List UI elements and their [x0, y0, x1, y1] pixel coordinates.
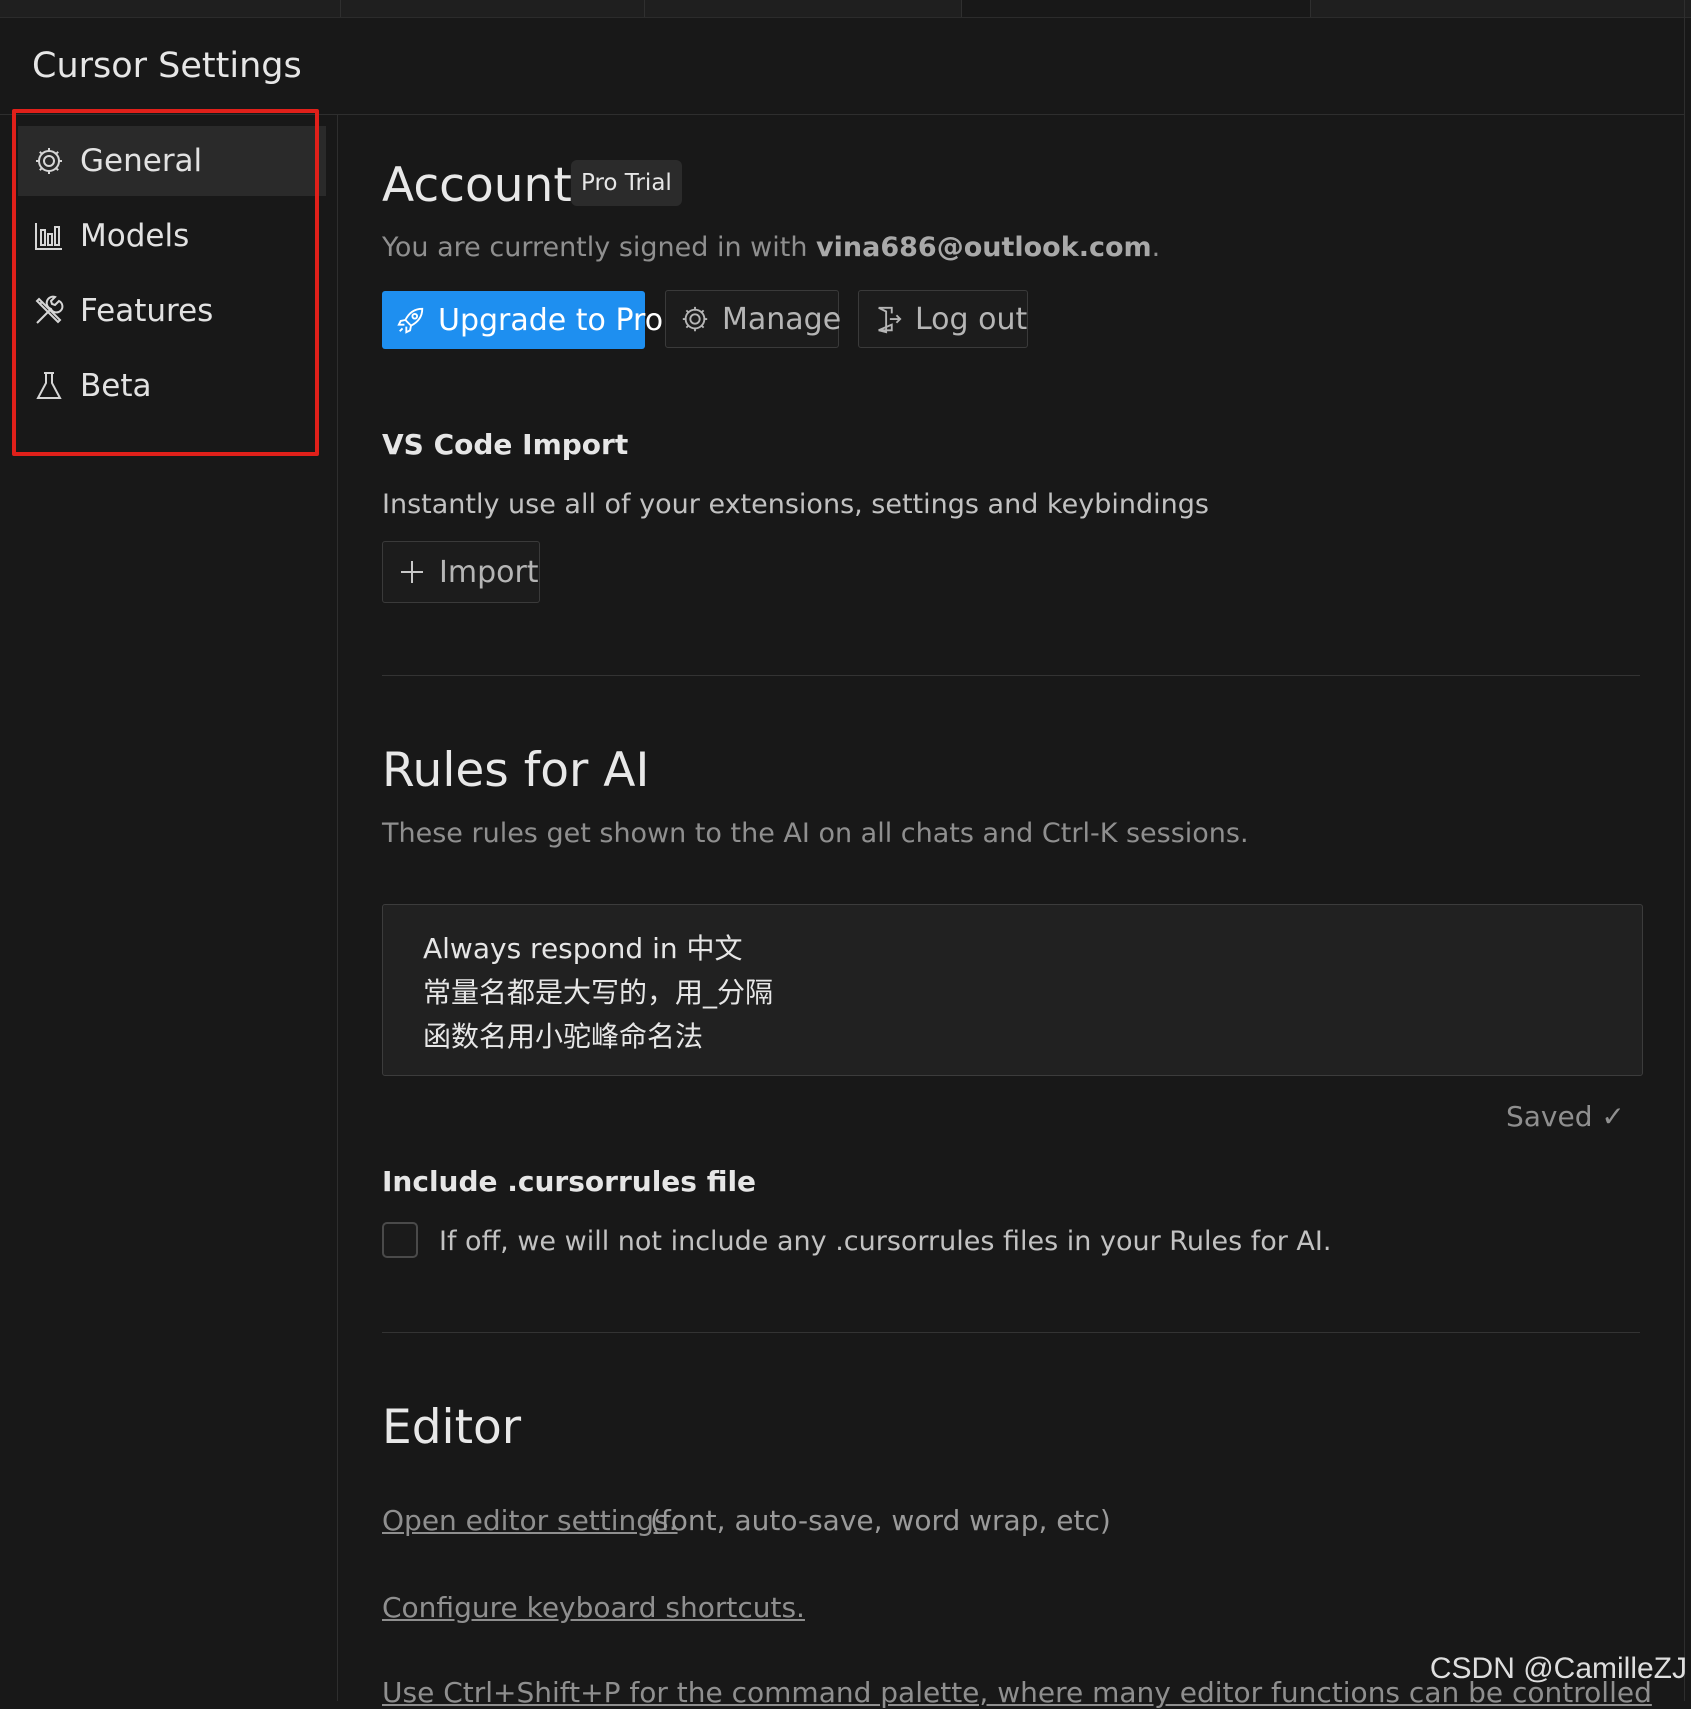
editor-tab[interactable]: [645, 0, 962, 17]
rules-line: Always respond in 中文: [423, 932, 743, 965]
rules-description: These rules get shown to the AI on all c…: [382, 818, 1249, 849]
plus-icon: [395, 555, 429, 589]
rules-line: 常量名都是大写的，用_分隔: [423, 976, 774, 1009]
log-out-button[interactable]: Log out: [858, 290, 1028, 348]
flask-icon: [32, 369, 66, 403]
page-title: Cursor Settings: [32, 46, 302, 86]
import-button[interactable]: Import: [382, 541, 540, 603]
manage-label: Manage: [722, 301, 842, 337]
upgrade-to-pro-button[interactable]: Upgrade to Pro: [382, 291, 663, 349]
sidebar-item-label: General: [80, 143, 203, 179]
rocket-icon: [396, 303, 426, 337]
section-divider: [382, 1332, 1640, 1333]
account-heading: Account: [382, 158, 572, 213]
header-divider: [0, 114, 1684, 115]
gear-icon: [32, 144, 66, 178]
rules-textarea[interactable]: Always respond in 中文 常量名都是大写的，用_分隔 函数名用小…: [382, 904, 1643, 1076]
keyboard-shortcuts-link[interactable]: Configure keyboard shortcuts.: [382, 1591, 805, 1624]
bar-chart-icon: [32, 219, 66, 253]
signed-in-suffix: .: [1151, 232, 1161, 263]
tools-icon: [32, 294, 66, 328]
cursorrules-heading: Include .cursorrules file: [382, 1165, 757, 1198]
sidebar-item-label: Models: [80, 218, 190, 254]
sidebar-item-label: Beta: [80, 368, 152, 404]
account-email: vina686@outlook.com: [816, 232, 1152, 263]
signed-in-prefix: You are currently signed in with: [382, 232, 817, 263]
editor-heading: Editor: [382, 1400, 522, 1455]
gear-icon: [680, 302, 710, 336]
manage-button[interactable]: Manage: [665, 290, 842, 348]
vscode-import-description: Instantly use all of your extensions, se…: [382, 489, 1209, 520]
open-editor-settings-link[interactable]: Open editor settings.: [382, 1504, 678, 1537]
editor-tab[interactable]: [341, 0, 645, 17]
editor-settings-note: (font, auto-save, word wrap, etc): [650, 1504, 1111, 1537]
editor-tab[interactable]: [0, 0, 341, 17]
window-border: [1684, 0, 1685, 1701]
sidebar-item-models[interactable]: Models: [18, 201, 326, 271]
rules-line: 函数名用小驼峰命名法: [423, 1020, 704, 1053]
plan-badge: Pro Trial: [571, 160, 682, 206]
cursorrules-description: If off, we will not include any .cursorr…: [439, 1226, 1332, 1257]
upgrade-label: Upgrade to Pro: [438, 302, 664, 338]
vscode-import-heading: VS Code Import: [382, 428, 629, 461]
editor-tab-active[interactable]: [962, 0, 1311, 17]
signed-in-text: You are currently signed in with vina686…: [382, 232, 1160, 263]
section-divider: [382, 675, 1640, 676]
editor-tab-strip: [0, 0, 1691, 18]
sidebar-item-label: Features: [80, 293, 214, 329]
sidebar-item-beta[interactable]: Beta: [18, 351, 326, 421]
logout-label: Log out: [915, 301, 1028, 337]
rules-heading: Rules for AI: [382, 743, 650, 798]
sidebar-item-general[interactable]: General: [18, 126, 326, 196]
cursorrules-checkbox[interactable]: [382, 1222, 418, 1258]
sidebar-item-features[interactable]: Features: [18, 276, 326, 346]
import-label: Import: [439, 554, 539, 590]
log-out-icon: [873, 302, 903, 336]
editor-tab[interactable]: [1311, 0, 1685, 17]
sidebar-divider: [337, 115, 338, 1701]
saved-status: Saved ✓: [1506, 1100, 1625, 1133]
watermark: CSDN @CamilleZJ: [1429, 1652, 1687, 1685]
